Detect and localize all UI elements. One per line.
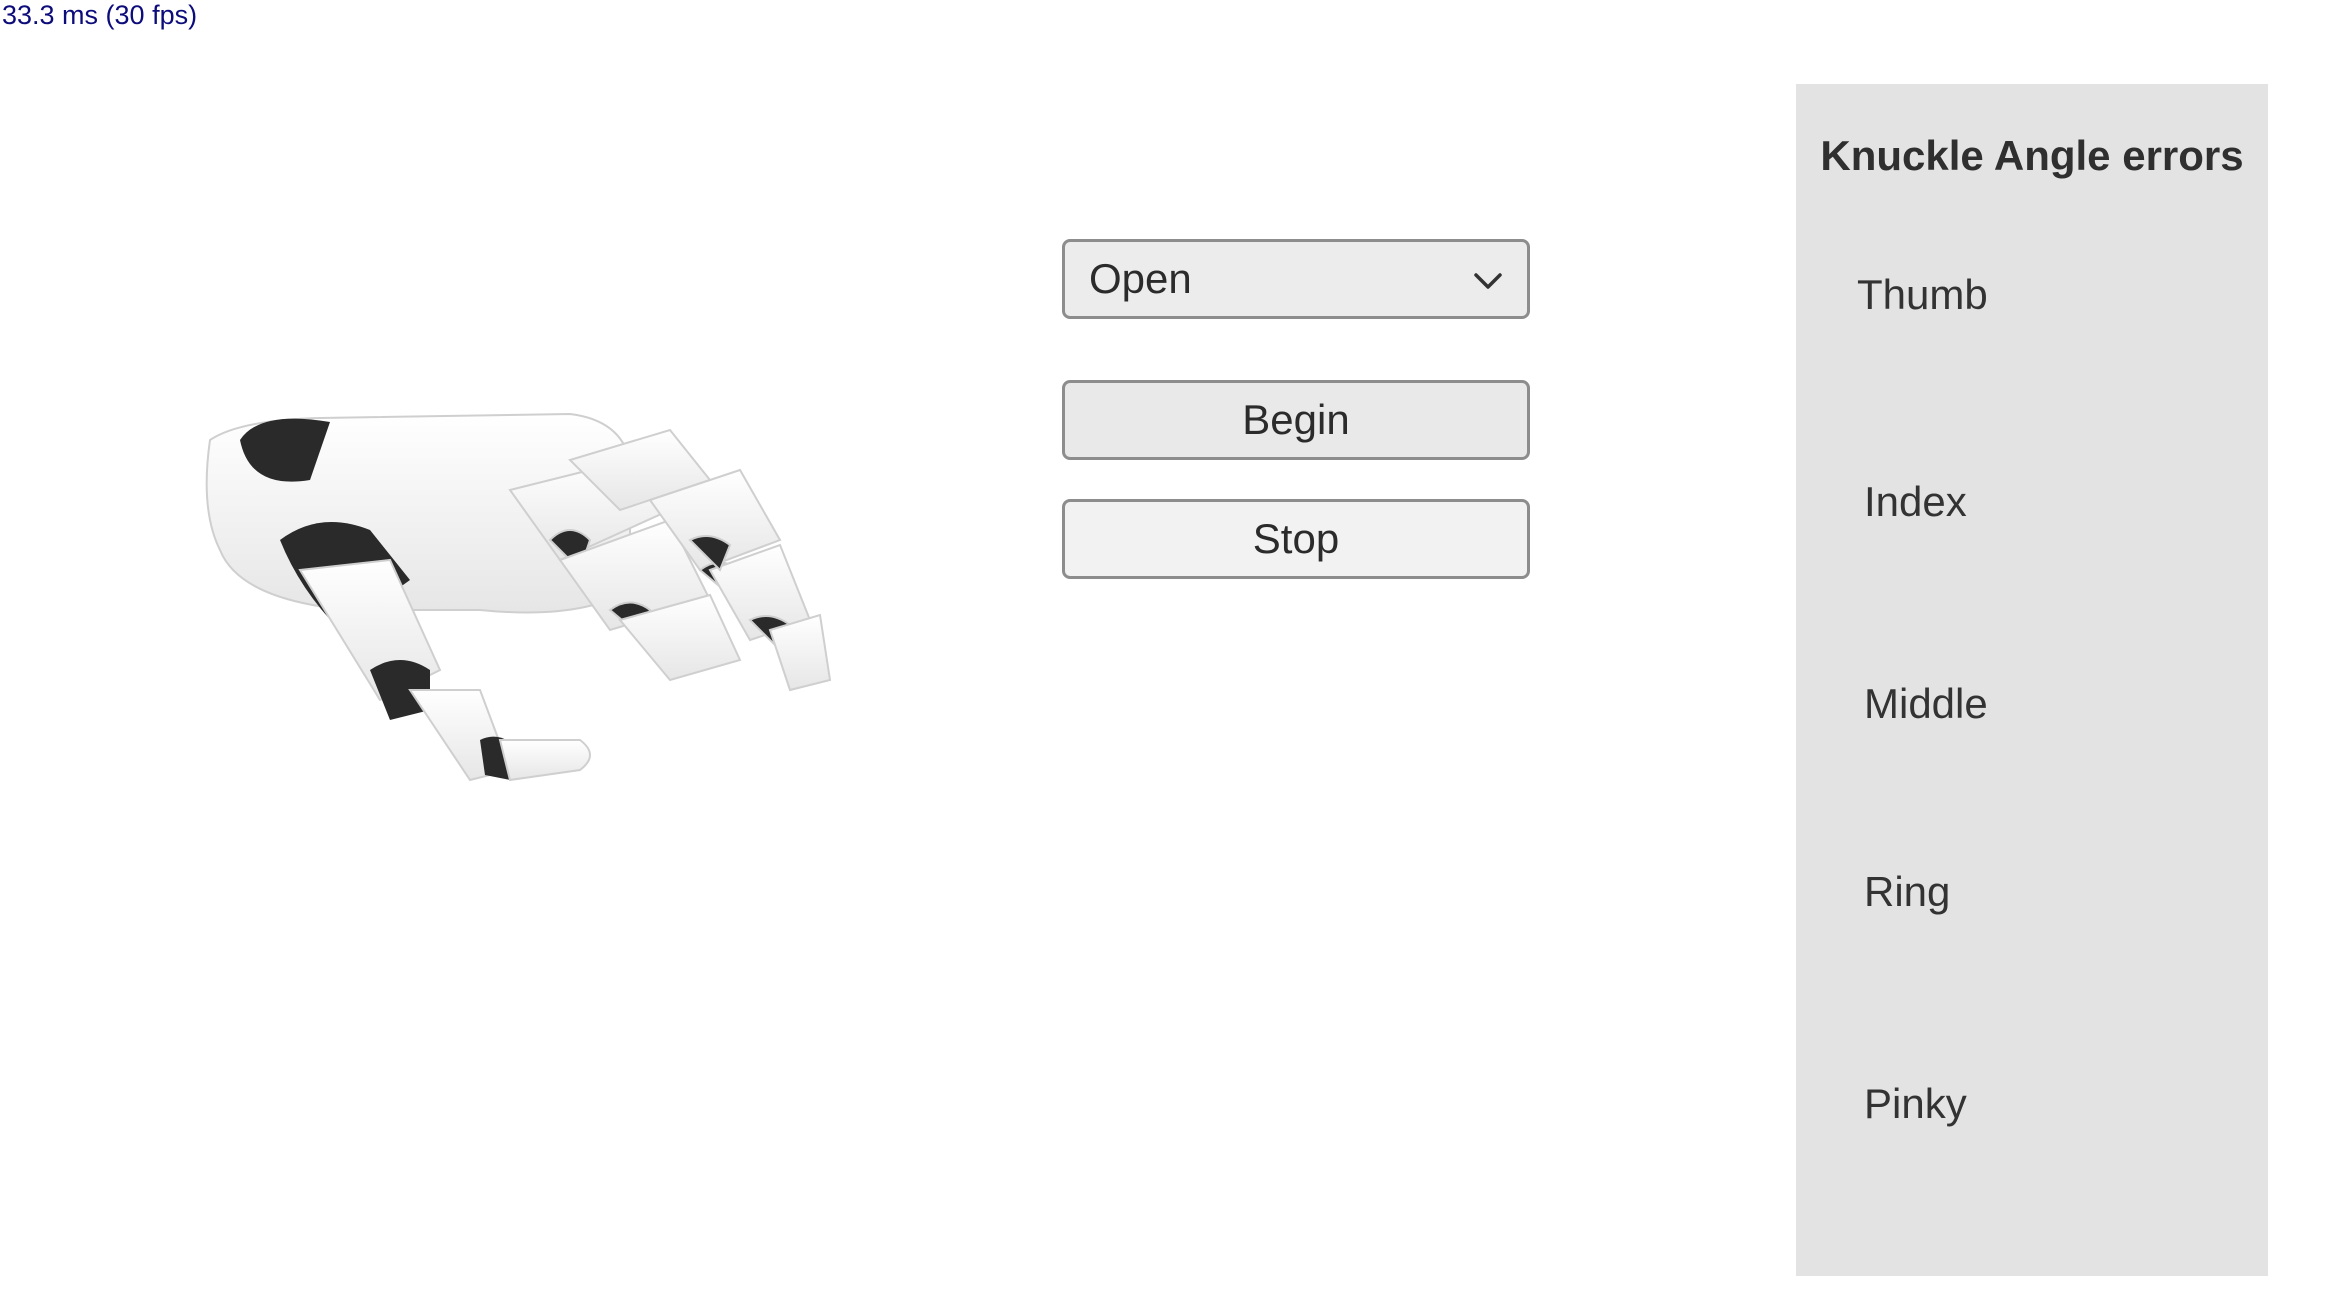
knuckle-errors-panel: Knuckle Angle errors Thumb Index Middle … — [1796, 84, 2268, 1276]
begin-button[interactable]: Begin — [1062, 380, 1530, 460]
pose-select[interactable]: Open — [1062, 239, 1530, 319]
chevron-down-icon — [1474, 273, 1502, 289]
finger-label-ring: Ring — [1864, 868, 1951, 915]
finger-label-middle: Middle — [1864, 680, 1988, 727]
pose-select-value: Open — [1089, 255, 1192, 302]
robotic-hand-model[interactable] — [150, 370, 870, 810]
frame-stats: 33.3 ms (30 fps) — [2, 0, 198, 30]
stop-button[interactable]: Stop — [1062, 499, 1530, 579]
panel-title: Knuckle Angle errors — [1820, 132, 2244, 179]
finger-label-index: Index — [1864, 478, 1967, 525]
finger-label-thumb: Thumb — [1857, 271, 1988, 318]
finger-label-pinky: Pinky — [1864, 1080, 1967, 1127]
